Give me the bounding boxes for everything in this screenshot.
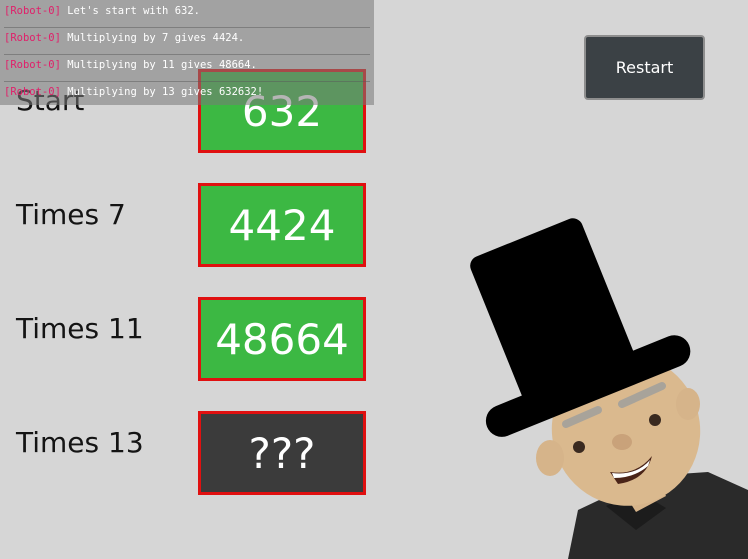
log-line: [Robot-0] Let's start with 632. <box>4 0 370 28</box>
row-label-times-7: Times 7 <box>16 198 126 231</box>
log-text: Multiplying by 11 gives 48664. <box>67 59 257 71</box>
top-hat-character <box>470 218 748 559</box>
log-text: Let's start with 632. <box>67 5 200 17</box>
log-line: [Robot-0] Multiplying by 13 gives 632632… <box>4 81 370 108</box>
value-times-13: ??? <box>248 428 316 478</box>
log-line: [Robot-0] Multiplying by 7 gives 4424. <box>4 27 370 55</box>
value-times-11: 48664 <box>215 314 349 364</box>
value-box-times-11: 48664 <box>198 297 366 381</box>
log-tag: [Robot-0] <box>4 32 61 44</box>
value-box-times-13[interactable]: ??? <box>198 411 366 495</box>
row-label-times-11: Times 11 <box>16 312 144 345</box>
log-tag: [Robot-0] <box>4 59 61 71</box>
log-line: [Robot-0] Multiplying by 11 gives 48664. <box>4 54 370 82</box>
log-tag: [Robot-0] <box>4 5 61 17</box>
log-tag: [Robot-0] <box>4 86 61 98</box>
log-text: Multiplying by 13 gives 632632! <box>67 86 264 98</box>
value-box-times-7: 4424 <box>198 183 366 267</box>
log-text: Multiplying by 7 gives 4424. <box>67 32 245 44</box>
value-times-7: 4424 <box>228 200 336 250</box>
restart-button[interactable]: Restart <box>584 35 705 100</box>
robot-log-panel: [Robot-0] Let's start with 632. [Robot-0… <box>0 0 374 105</box>
row-label-times-13: Times 13 <box>16 426 144 459</box>
